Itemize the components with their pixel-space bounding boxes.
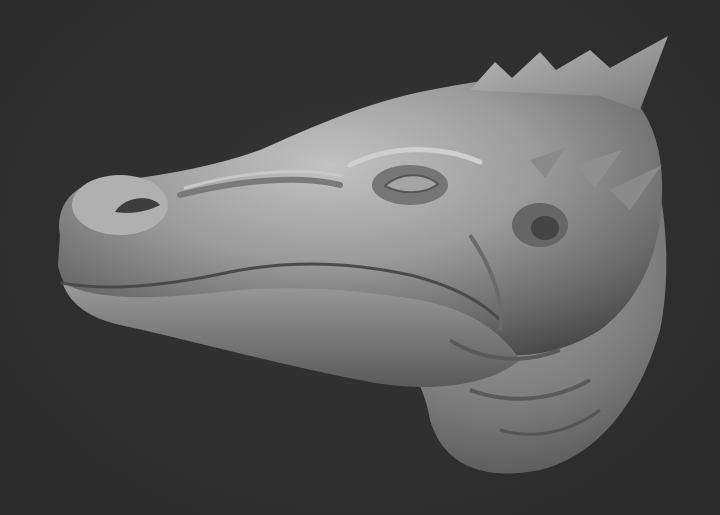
ear-inner (531, 216, 559, 240)
sculpt-viewport (0, 0, 720, 515)
dragon-head-sculpt (58, 36, 668, 474)
